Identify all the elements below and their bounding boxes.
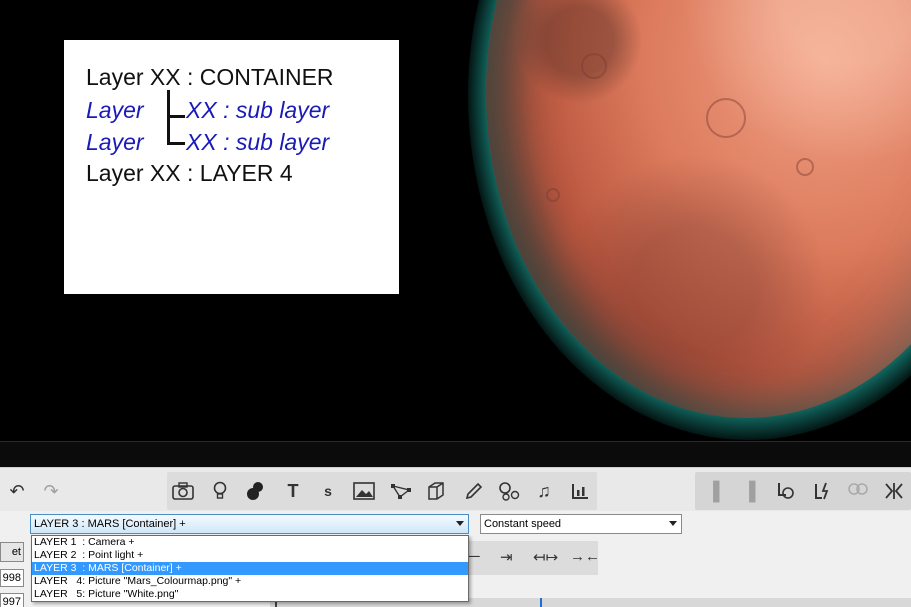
layer-dropdown-list: LAYER 1 : Camera + LAYER 2 : Point light…: [31, 535, 469, 602]
crater: [706, 98, 746, 138]
speed-select-value: Constant speed: [484, 518, 562, 530]
blob-icon[interactable]: [243, 478, 269, 504]
legend-layer4-line: Layer XX : LAYER 4: [86, 160, 293, 186]
chart-icon[interactable]: [567, 478, 593, 504]
undo-icon[interactable]: ↶: [4, 478, 30, 504]
speed-select[interactable]: Constant speed: [480, 514, 682, 534]
main-toolbar: ↶ ↷ T s ♫ ▐ ▐: [0, 467, 911, 511]
nav-expand-icon[interactable]: ↤↦: [533, 548, 558, 566]
render-viewport[interactable]: Layer XX : CONTAINER Layer XX : sub laye…: [0, 0, 911, 441]
layer-option-4[interactable]: LAYER 4: Picture "Mars_Colourmap.png" +: [32, 575, 468, 588]
legend-sublayer-2-right: XX : sub layer: [186, 129, 330, 155]
tree-connector-branch-1: [167, 115, 185, 118]
value-field-1[interactable]: 998: [0, 569, 24, 587]
nav-compress-icon[interactable]: →←: [570, 548, 600, 565]
layer-option-2[interactable]: LAYER 2 : Point light +: [32, 549, 468, 562]
layer-option-1[interactable]: LAYER 1 : Camera +: [32, 536, 468, 549]
viewport-status-strip: [0, 441, 911, 467]
crater: [796, 158, 814, 176]
legend-sublayer-2-left: Layer: [86, 129, 144, 155]
cube-icon[interactable]: [423, 478, 449, 504]
mars-planet: [486, 0, 911, 418]
light-bulb-icon[interactable]: [207, 478, 233, 504]
layer-option-5[interactable]: LAYER 5: Picture "White.png": [32, 588, 468, 601]
music-note-icon[interactable]: ♫: [531, 478, 557, 504]
legend-sublayer-1-left: Layer: [86, 97, 144, 123]
value-field-2[interactable]: 997: [0, 593, 24, 607]
redo-icon[interactable]: ↷: [38, 478, 64, 504]
layer-select-value: LAYER 3 : MARS [Container] +: [34, 518, 186, 530]
crater: [546, 188, 560, 202]
layer-legend-card: Layer XX : CONTAINER Layer XX : sub laye…: [64, 40, 399, 294]
crater: [581, 53, 607, 79]
link-alt-icon[interactable]: ▐: [736, 478, 762, 504]
link-icon[interactable]: ▐: [700, 478, 726, 504]
layer-option-3[interactable]: LAYER 3 : MARS [Container] +: [32, 562, 468, 575]
collapse-icon[interactable]: [881, 478, 907, 504]
path-icon[interactable]: [388, 478, 414, 504]
link-tools-group: [695, 472, 911, 510]
legend-container-line: Layer XX : CONTAINER: [86, 64, 334, 90]
pencil-icon[interactable]: [461, 478, 487, 504]
circle-chain-icon[interactable]: [845, 478, 871, 504]
nav-end-icon[interactable]: ⇥: [500, 548, 513, 566]
app-window: Layer XX : CONTAINER Layer XX : sub laye…: [0, 0, 911, 607]
timeline-playhead[interactable]: [540, 598, 542, 607]
tree-connector-branch-2: [167, 142, 185, 145]
circles-icon[interactable]: [496, 478, 522, 504]
camera-icon[interactable]: [170, 478, 196, 504]
unlink-icon[interactable]: [772, 478, 798, 504]
chevron-down-icon: [669, 521, 677, 526]
layer-select[interactable]: LAYER 3 : MARS [Container] +: [30, 514, 469, 534]
lightning-icon[interactable]: [809, 478, 835, 504]
nav-prev-icon[interactable]: ─: [469, 548, 480, 565]
small-text-icon[interactable]: s: [315, 478, 341, 504]
picture-icon[interactable]: [351, 478, 377, 504]
text-icon[interactable]: T: [280, 478, 306, 504]
legend-sublayer-1-right: XX : sub layer: [186, 97, 330, 123]
reset-button[interactable]: et: [0, 542, 24, 562]
chevron-down-icon: [456, 521, 464, 526]
